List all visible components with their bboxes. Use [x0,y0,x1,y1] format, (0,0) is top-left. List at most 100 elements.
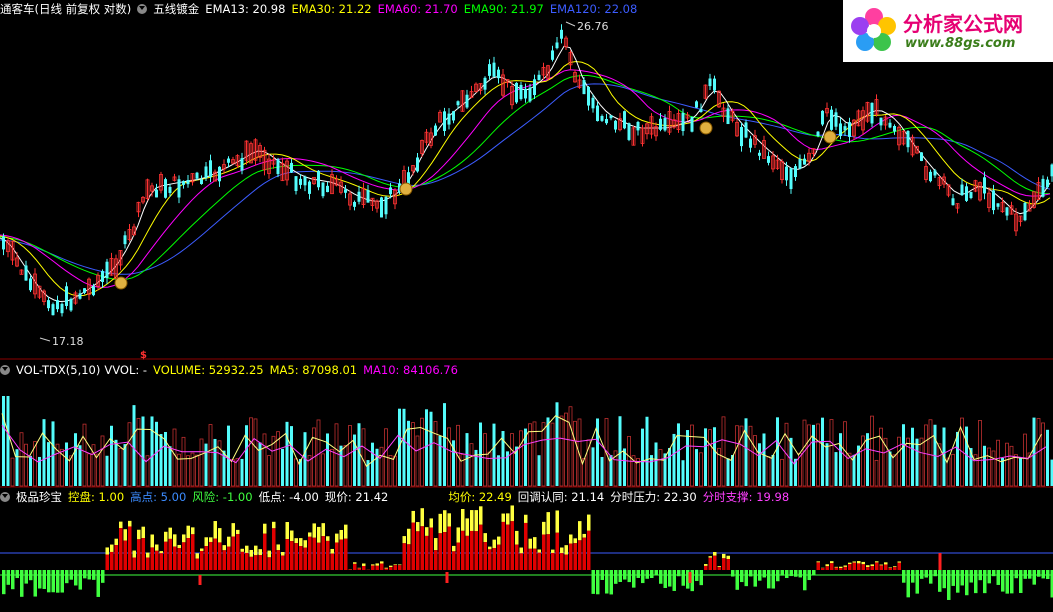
indicator-bar [1005,570,1009,594]
volume-bar [443,403,446,486]
volume-bar [721,416,726,487]
volume-bar [334,423,339,487]
indicator-bar [1014,570,1018,579]
candle-body [1005,207,1009,216]
volume-bar [96,453,100,487]
indicator-bar [474,510,478,532]
indicator-bar [483,533,487,543]
indicator-bar [533,548,537,570]
indicator-bar [6,570,10,585]
volume-bar [821,417,824,486]
volume-bar [82,423,87,487]
indicator-bar [839,567,843,570]
volume-bar [559,415,564,487]
indicator-bar [429,518,433,528]
volume-bar [29,455,32,486]
candle-body [168,186,172,193]
indicator-bar [159,551,163,554]
candle-body [695,101,698,108]
volume-bar [744,418,748,486]
volume-bar [951,453,955,487]
volume-bar [726,458,730,486]
volume-bar [591,447,595,486]
volume-bar [528,423,532,487]
volume-value: VOLUME: 52932.25 [153,363,264,377]
indicator-bar [821,568,825,570]
volume-bar [150,416,154,486]
indicator-bar [456,542,460,570]
indicator-bar [141,526,145,539]
volume-indicator-name[interactable]: VOL-TDX(5,10) [16,363,100,377]
candle-body [276,159,280,175]
candle-body [969,192,973,199]
indicator-bar [272,521,276,529]
candle-body [627,123,631,140]
indicator-bar [605,570,609,594]
indicator2-menu-icon[interactable] [0,492,10,502]
volume-bar [127,422,132,487]
indicator-bar [587,530,591,570]
volume-bar [123,444,127,486]
indicator-bar [470,530,474,570]
indicator-bar [132,557,136,570]
indicator-bar [897,561,901,563]
indicator-name[interactable]: 五线镀金 [153,2,199,16]
indicator-bar [398,565,402,570]
volume-bar [983,445,986,486]
indicator-bar [663,570,667,588]
indicator-bar [200,548,204,551]
indicator-bar [870,566,874,570]
indicator-bar [141,538,145,570]
candle-body [1046,179,1049,188]
indicator-bar [888,567,892,570]
indicator-bar [186,525,190,539]
indicator-bar [528,548,532,570]
indicator-bar [182,542,186,570]
indicator-bar [429,527,433,570]
candle-body [582,80,586,95]
indicator-bar [650,570,654,578]
volume-bar [253,418,258,487]
indicator-bar [479,506,483,525]
volume-bar [681,460,685,486]
indicator-bar [47,570,51,593]
volume-bar [100,435,105,487]
indicator-bar [186,538,190,570]
indicator-bar [479,524,483,570]
yali-value: 分时压力: 22.30 [610,490,697,504]
indicator2-name[interactable]: 极品珍宝 [16,490,62,504]
volume-bar [704,428,707,486]
candle-body [614,120,617,130]
indicator-bar [551,549,555,553]
indicator-bar [177,548,181,570]
indicator-bar [546,512,550,535]
volume-menu-icon[interactable] [0,365,10,375]
volume-bar [978,420,982,487]
indicator-bar [825,564,829,567]
indicator-bar [839,566,843,568]
indicator-bar [515,530,519,545]
indicator-bar [110,551,114,570]
volume-bar [550,422,555,487]
money-bag-icon [399,182,413,196]
volume-bar [906,437,910,487]
indicator-bar [398,564,402,566]
volume-bar [497,455,500,486]
stock-chart-canvas[interactable]: 26.76 17.18 $ [0,0,1053,612]
indicator-bar [519,553,523,570]
indicator-menu-icon[interactable] [137,4,148,14]
indicator-bar [420,526,424,570]
indicator-bar [393,564,397,566]
indicator-bar [591,570,595,594]
candle-body [123,235,127,245]
indicator-bar [56,570,60,593]
indicator-bar [69,570,73,580]
indicator-bar [303,547,307,570]
indicator-bar [461,509,465,531]
indicator-bar [272,528,276,570]
volume-bar [834,452,838,486]
indicator-bar [866,567,870,570]
indicator-bar [218,542,222,570]
candle-body [636,121,640,131]
candle-body [186,180,190,185]
